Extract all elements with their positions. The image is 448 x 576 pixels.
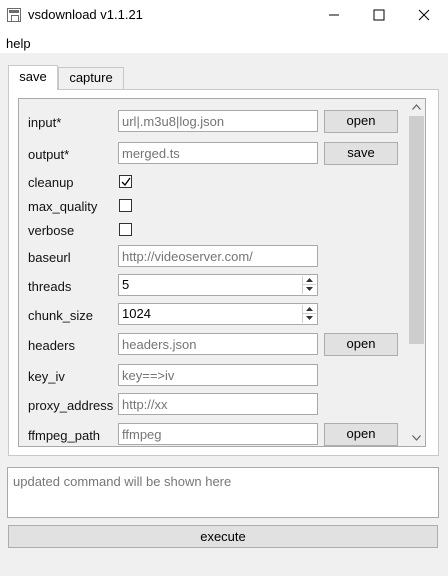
verbose-checkbox[interactable] bbox=[119, 223, 132, 236]
chunk-size-increment[interactable] bbox=[303, 305, 316, 314]
chunk-size-spin-arrows bbox=[302, 305, 316, 323]
threads-spin-arrows bbox=[302, 276, 316, 294]
key-iv-label: key_iv bbox=[28, 369, 65, 384]
menu-help[interactable]: help bbox=[6, 36, 31, 51]
command-preview[interactable]: updated command will be shown here bbox=[7, 467, 439, 518]
spin-down-icon bbox=[306, 287, 313, 291]
input-field[interactable] bbox=[118, 110, 318, 132]
ffmpeg-path-label: ffmpeg_path bbox=[28, 428, 101, 443]
output-field[interactable] bbox=[118, 142, 318, 164]
title-bar: vsdownload v1.1.21 bbox=[0, 0, 448, 31]
tab-save[interactable]: save bbox=[8, 65, 58, 90]
chunk-size-decrement[interactable] bbox=[303, 314, 316, 323]
minimize-button[interactable] bbox=[312, 0, 356, 31]
ffmpeg-path-field[interactable] bbox=[118, 423, 318, 445]
menu-bar: help bbox=[0, 31, 448, 53]
maximize-button[interactable] bbox=[357, 0, 401, 31]
headers-label: headers bbox=[28, 338, 75, 353]
cleanup-checkbox[interactable] bbox=[119, 175, 132, 188]
scrollbar-thumb[interactable] bbox=[409, 116, 424, 344]
input-label: input* bbox=[28, 115, 62, 130]
close-icon bbox=[418, 9, 430, 21]
baseurl-label: baseurl bbox=[28, 250, 71, 265]
threads-increment[interactable] bbox=[303, 276, 316, 285]
proxy-address-label: proxy_address bbox=[28, 398, 114, 413]
max-quality-checkbox[interactable] bbox=[119, 199, 132, 212]
threads-value: 5 bbox=[122, 277, 130, 292]
baseurl-field[interactable] bbox=[118, 245, 318, 267]
max-quality-label: max_quality bbox=[28, 199, 98, 214]
output-label: output* bbox=[28, 147, 70, 162]
scroll-down-button[interactable] bbox=[408, 430, 425, 446]
vertical-scrollbar[interactable] bbox=[408, 99, 425, 446]
execute-button[interactable]: execute bbox=[8, 525, 438, 548]
headers-field[interactable] bbox=[118, 333, 318, 355]
key-iv-field[interactable] bbox=[118, 364, 318, 386]
close-button[interactable] bbox=[402, 0, 446, 31]
output-save-button[interactable]: save bbox=[324, 142, 398, 165]
spin-up-icon bbox=[306, 278, 313, 282]
chevron-down-icon bbox=[412, 435, 421, 441]
spin-down-icon bbox=[306, 316, 313, 320]
spin-up-icon bbox=[306, 307, 313, 311]
tab-capture[interactable]: capture bbox=[58, 67, 124, 89]
threads-label: threads bbox=[28, 279, 72, 294]
scroll-up-button[interactable] bbox=[408, 99, 425, 115]
ffmpeg-path-open-button[interactable]: open bbox=[324, 423, 398, 446]
chunk-size-value: 1024 bbox=[122, 306, 151, 321]
window-title: vsdownload v1.1.21 bbox=[28, 7, 143, 22]
threads-spinbox[interactable]: 5 bbox=[118, 274, 318, 296]
threads-decrement[interactable] bbox=[303, 285, 316, 294]
verbose-label: verbose bbox=[28, 223, 75, 238]
chunk-size-spinbox[interactable]: 1024 bbox=[118, 303, 318, 325]
maximize-icon bbox=[373, 9, 385, 21]
checkmark-icon bbox=[121, 177, 131, 187]
chunk-size-label: chunk_size bbox=[28, 308, 94, 323]
cleanup-label: cleanup bbox=[28, 175, 74, 190]
proxy-address-field[interactable] bbox=[118, 393, 318, 415]
chevron-up-icon bbox=[412, 104, 421, 110]
headers-open-button[interactable]: open bbox=[324, 333, 398, 356]
minimize-icon bbox=[329, 14, 339, 16]
input-open-button[interactable]: open bbox=[324, 110, 398, 133]
window-app-icon bbox=[7, 8, 21, 22]
